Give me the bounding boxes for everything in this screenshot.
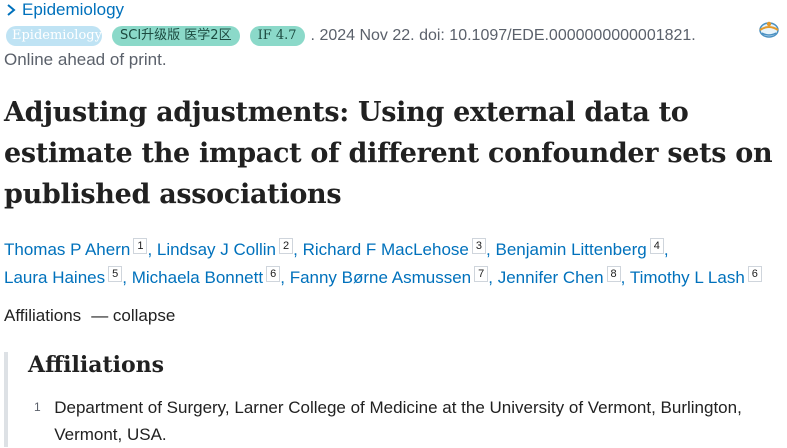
author-item: Laura Haines 5, xyxy=(4,266,127,287)
cite-globe-icon[interactable] xyxy=(757,18,781,40)
author-item: Thomas P Ahern 1, xyxy=(4,238,153,259)
author-link[interactable]: Lindsay J Collin xyxy=(157,240,276,259)
author-link[interactable]: Laura Haines xyxy=(4,268,105,287)
affiliation-ref[interactable]: 3 xyxy=(471,238,487,254)
author-item: Richard F MacLehose 3, xyxy=(303,238,491,259)
author-item: Michaela Bonnett 6, xyxy=(132,266,285,287)
affiliation-ref[interactable]: 5 xyxy=(108,266,123,282)
author-item: Jennifer Chen 8, xyxy=(498,266,626,287)
author-list: Thomas P Ahern 1, Lindsay J Collin 2, Rich… xyxy=(4,236,787,292)
affiliations-panel: Affiliations 1 Department of Surgery, La… xyxy=(4,352,787,447)
author-separator: , xyxy=(663,240,669,259)
author-link[interactable]: Thomas P Ahern xyxy=(4,240,130,259)
author-separator: , xyxy=(122,268,127,287)
author-link[interactable]: Timothy L Lash xyxy=(630,268,745,287)
journal-name[interactable]: Epidemiology xyxy=(22,0,124,20)
affiliation-ref[interactable]: 1 xyxy=(133,238,148,254)
journal-badge: Epidemiology xyxy=(6,26,102,46)
citation-text: . 2024 Nov 22. doi: 10.1097/EDE.00000000… xyxy=(310,27,696,44)
affiliation-ref[interactable]: 6 xyxy=(266,266,281,282)
author-separator: , xyxy=(147,240,153,259)
affiliation-number: 1 xyxy=(34,400,41,414)
chevron-right-icon xyxy=(7,4,16,16)
author-separator: , xyxy=(280,268,285,287)
affiliation-text: Department of Surgery, Larner College of… xyxy=(54,398,742,444)
author-separator: , xyxy=(293,240,298,259)
journal-link[interactable]: Epidemiology xyxy=(4,0,124,20)
author-item: Timothy L Lash 6 xyxy=(630,266,762,287)
article-title: Adjusting adjustments: Using external da… xyxy=(4,97,773,210)
affiliations-toggle-label: Affiliations xyxy=(4,306,82,325)
affiliation-ref[interactable]: 4 xyxy=(649,238,664,254)
author-link[interactable]: Fanny Børne Asmussen xyxy=(290,268,471,287)
author-separator: , xyxy=(486,240,491,259)
author-link[interactable]: Benjamin Littenberg xyxy=(495,240,646,259)
sci-rank-badge: SCI升级版 医学2区 xyxy=(112,26,240,46)
affiliation-ref[interactable]: 6 xyxy=(747,266,762,282)
author-item: Benjamin Littenberg 4, xyxy=(495,238,669,259)
author-item: Lindsay J Collin 2, xyxy=(157,238,298,259)
affiliation-ref[interactable]: 2 xyxy=(278,238,294,254)
affiliation-ref[interactable]: 8 xyxy=(606,266,621,282)
author-link[interactable]: Richard F MacLehose xyxy=(303,240,469,259)
author-link[interactable]: Jennifer Chen xyxy=(498,268,604,287)
affiliation-item: 1 Department of Surgery, Larner College … xyxy=(34,394,787,448)
affiliations-toggle: Affiliations — collapse xyxy=(4,306,175,326)
citation-row: Epidemiology SCI升级版 医学2区 IF 4.7 . 2024 N… xyxy=(6,24,696,48)
author-link[interactable]: Michaela Bonnett xyxy=(132,268,263,287)
publication-status: Online ahead of print. xyxy=(4,50,167,69)
author-item: Fanny Børne Asmussen 7, xyxy=(290,266,493,287)
author-separator: , xyxy=(488,268,493,287)
author-separator: , xyxy=(620,268,626,287)
affiliations-heading: Affiliations xyxy=(28,352,165,378)
affiliation-ref[interactable]: 7 xyxy=(474,266,489,282)
collapse-button[interactable]: — collapse xyxy=(91,306,175,325)
impact-factor-badge: IF 4.7 xyxy=(249,26,305,46)
